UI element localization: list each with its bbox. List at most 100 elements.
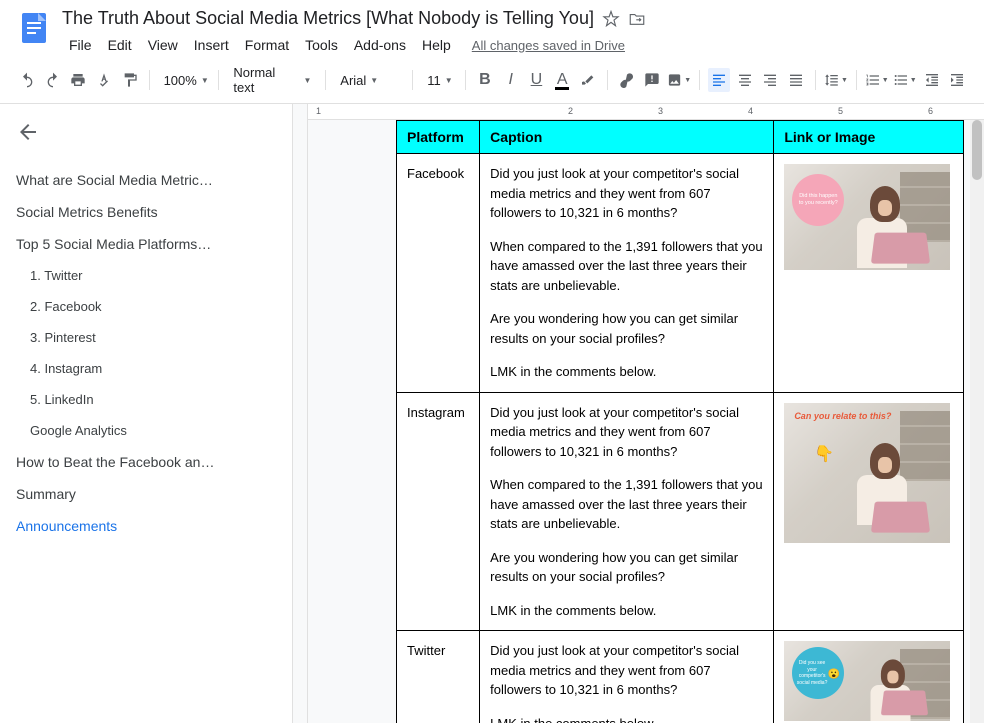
caption-paragraph: LMK in the comments below. bbox=[490, 601, 763, 621]
increase-indent-icon[interactable] bbox=[946, 68, 968, 92]
undo-icon[interactable] bbox=[16, 68, 38, 92]
outline-item[interactable]: 4. Instagram bbox=[16, 353, 291, 384]
caption-paragraph: Did you just look at your competitor's s… bbox=[490, 164, 763, 223]
fontsize-value: 11 bbox=[427, 73, 441, 88]
link-icon[interactable] bbox=[616, 68, 638, 92]
ruler-mark: 2 bbox=[568, 106, 573, 116]
outline-item[interactable]: 1. Twitter bbox=[16, 260, 291, 291]
align-justify-icon[interactable] bbox=[785, 68, 807, 92]
comment-icon[interactable] bbox=[641, 68, 663, 92]
outline-item[interactable]: Social Metrics Benefits bbox=[16, 196, 291, 228]
align-center-icon[interactable] bbox=[734, 68, 756, 92]
move-icon[interactable] bbox=[628, 10, 646, 28]
docs-logo[interactable] bbox=[16, 10, 52, 46]
horizontal-ruler[interactable]: 1 2 3 4 5 6 bbox=[308, 104, 984, 120]
badge-text: Did you see your competitor's social med… bbox=[796, 660, 828, 686]
cell-image[interactable]: Did you see your competitor's social med… bbox=[774, 631, 964, 723]
header: The Truth About Social Media Metrics [Wh… bbox=[0, 0, 984, 57]
bold-icon[interactable]: B bbox=[474, 68, 496, 92]
style-select[interactable]: Normal text▼ bbox=[227, 63, 317, 97]
content-table[interactable]: Platform Caption Link or Image Facebook … bbox=[396, 120, 964, 723]
outline-item[interactable]: Google Analytics bbox=[16, 415, 291, 446]
caption-paragraph: Did you just look at your competitor's s… bbox=[490, 641, 763, 700]
cell-caption[interactable]: Did you just look at your competitor's s… bbox=[480, 154, 774, 393]
text-color-icon[interactable]: A bbox=[551, 68, 573, 92]
header-main: The Truth About Social Media Metrics [Wh… bbox=[62, 8, 968, 57]
cell-platform[interactable]: Instagram bbox=[397, 392, 480, 631]
menu-edit[interactable]: Edit bbox=[101, 33, 139, 57]
document-title[interactable]: The Truth About Social Media Metrics [Wh… bbox=[62, 8, 594, 29]
font-value: Arial bbox=[340, 73, 366, 88]
chevron-down-icon: ▼ bbox=[201, 76, 209, 85]
save-status[interactable]: All changes saved in Drive bbox=[472, 38, 625, 53]
menu-format[interactable]: Format bbox=[238, 33, 296, 57]
menu-file[interactable]: File bbox=[62, 33, 99, 57]
italic-icon[interactable]: I bbox=[500, 68, 522, 92]
cell-caption[interactable]: Did you just look at your competitor's s… bbox=[480, 631, 774, 723]
zoom-select[interactable]: 100%▼ bbox=[158, 71, 211, 90]
chevron-down-icon: ▼ bbox=[684, 77, 691, 84]
thumbnail-image[interactable]: Did this happen to you recently? bbox=[784, 164, 950, 270]
bulleted-list-icon[interactable]: ▼ bbox=[893, 68, 917, 92]
line-spacing-icon[interactable]: ▼ bbox=[824, 68, 848, 92]
cell-caption[interactable]: Did you just look at your competitor's s… bbox=[480, 392, 774, 631]
table-header[interactable]: Link or Image bbox=[774, 121, 964, 154]
vertical-scrollbar[interactable] bbox=[970, 120, 984, 723]
outline-item[interactable]: 3. Pinterest bbox=[16, 322, 291, 353]
align-right-icon[interactable] bbox=[760, 68, 782, 92]
highlight-icon[interactable] bbox=[577, 68, 599, 92]
document-page[interactable]: Platform Caption Link or Image Facebook … bbox=[396, 120, 964, 723]
title-row: The Truth About Social Media Metrics [Wh… bbox=[62, 8, 968, 29]
separator bbox=[699, 70, 700, 90]
menu-addons[interactable]: Add-ons bbox=[347, 33, 413, 57]
fontsize-select[interactable]: 11▼ bbox=[421, 71, 457, 90]
font-select[interactable]: Arial ▼ bbox=[334, 71, 404, 90]
star-icon[interactable] bbox=[602, 10, 620, 28]
toolbar: 100%▼ Normal text▼ Arial▼ 11▼ B I U A ▼ … bbox=[0, 57, 984, 104]
chevron-down-icon: ▼ bbox=[370, 76, 378, 85]
print-icon[interactable] bbox=[67, 68, 89, 92]
cell-image[interactable]: Can you relate to this? 👇 bbox=[774, 392, 964, 631]
separator bbox=[325, 70, 326, 90]
caption-paragraph: When compared to the 1,391 followers tha… bbox=[490, 475, 763, 534]
table-row: Instagram Did you just look at your comp… bbox=[397, 392, 964, 631]
cell-platform[interactable]: Facebook bbox=[397, 154, 480, 393]
ruler-mark: 6 bbox=[928, 106, 933, 116]
outline-item-active[interactable]: Announcements bbox=[16, 510, 291, 542]
cell-image[interactable]: Did this happen to you recently? bbox=[774, 154, 964, 393]
menu-tools[interactable]: Tools bbox=[298, 33, 345, 57]
main: What are Social Media Metric… Social Met… bbox=[0, 104, 984, 723]
thumbnail-image[interactable]: Did you see your competitor's social med… bbox=[784, 641, 950, 721]
menu-help[interactable]: Help bbox=[415, 33, 458, 57]
table-row: Facebook Did you just look at your compe… bbox=[397, 154, 964, 393]
separator bbox=[218, 70, 219, 90]
outline-item[interactable]: How to Beat the Facebook an… bbox=[16, 446, 291, 478]
outline-item[interactable]: Top 5 Social Media Platforms… bbox=[16, 228, 291, 260]
menu-insert[interactable]: Insert bbox=[187, 33, 236, 57]
decrease-indent-icon[interactable] bbox=[921, 68, 943, 92]
underline-icon[interactable]: U bbox=[526, 68, 548, 92]
caption-paragraph: When compared to the 1,391 followers tha… bbox=[490, 237, 763, 296]
thumbnail-image[interactable]: Can you relate to this? 👇 bbox=[784, 403, 950, 543]
separator bbox=[607, 70, 608, 90]
cell-platform[interactable]: Twitter bbox=[397, 631, 480, 723]
align-left-icon[interactable] bbox=[708, 68, 730, 92]
menubar: File Edit View Insert Format Tools Add-o… bbox=[62, 33, 968, 57]
spellcheck-icon[interactable] bbox=[93, 68, 115, 92]
image-icon[interactable]: ▼ bbox=[667, 68, 691, 92]
table-header[interactable]: Caption bbox=[480, 121, 774, 154]
separator bbox=[149, 70, 150, 90]
separator bbox=[465, 70, 466, 90]
outline-back-icon[interactable] bbox=[16, 120, 40, 144]
numbered-list-icon[interactable]: ▼ bbox=[865, 68, 889, 92]
table-header[interactable]: Platform bbox=[397, 121, 480, 154]
outline-item[interactable]: What are Social Media Metric… bbox=[16, 164, 291, 196]
paint-format-icon[interactable] bbox=[119, 68, 141, 92]
scrollbar-thumb[interactable] bbox=[972, 120, 982, 180]
redo-icon[interactable] bbox=[42, 68, 64, 92]
menu-view[interactable]: View bbox=[141, 33, 185, 57]
outline-item[interactable]: Summary bbox=[16, 478, 291, 510]
outline-item[interactable]: 5. LinkedIn bbox=[16, 384, 291, 415]
chevron-down-icon: ▼ bbox=[910, 77, 917, 84]
outline-item[interactable]: 2. Facebook bbox=[16, 291, 291, 322]
